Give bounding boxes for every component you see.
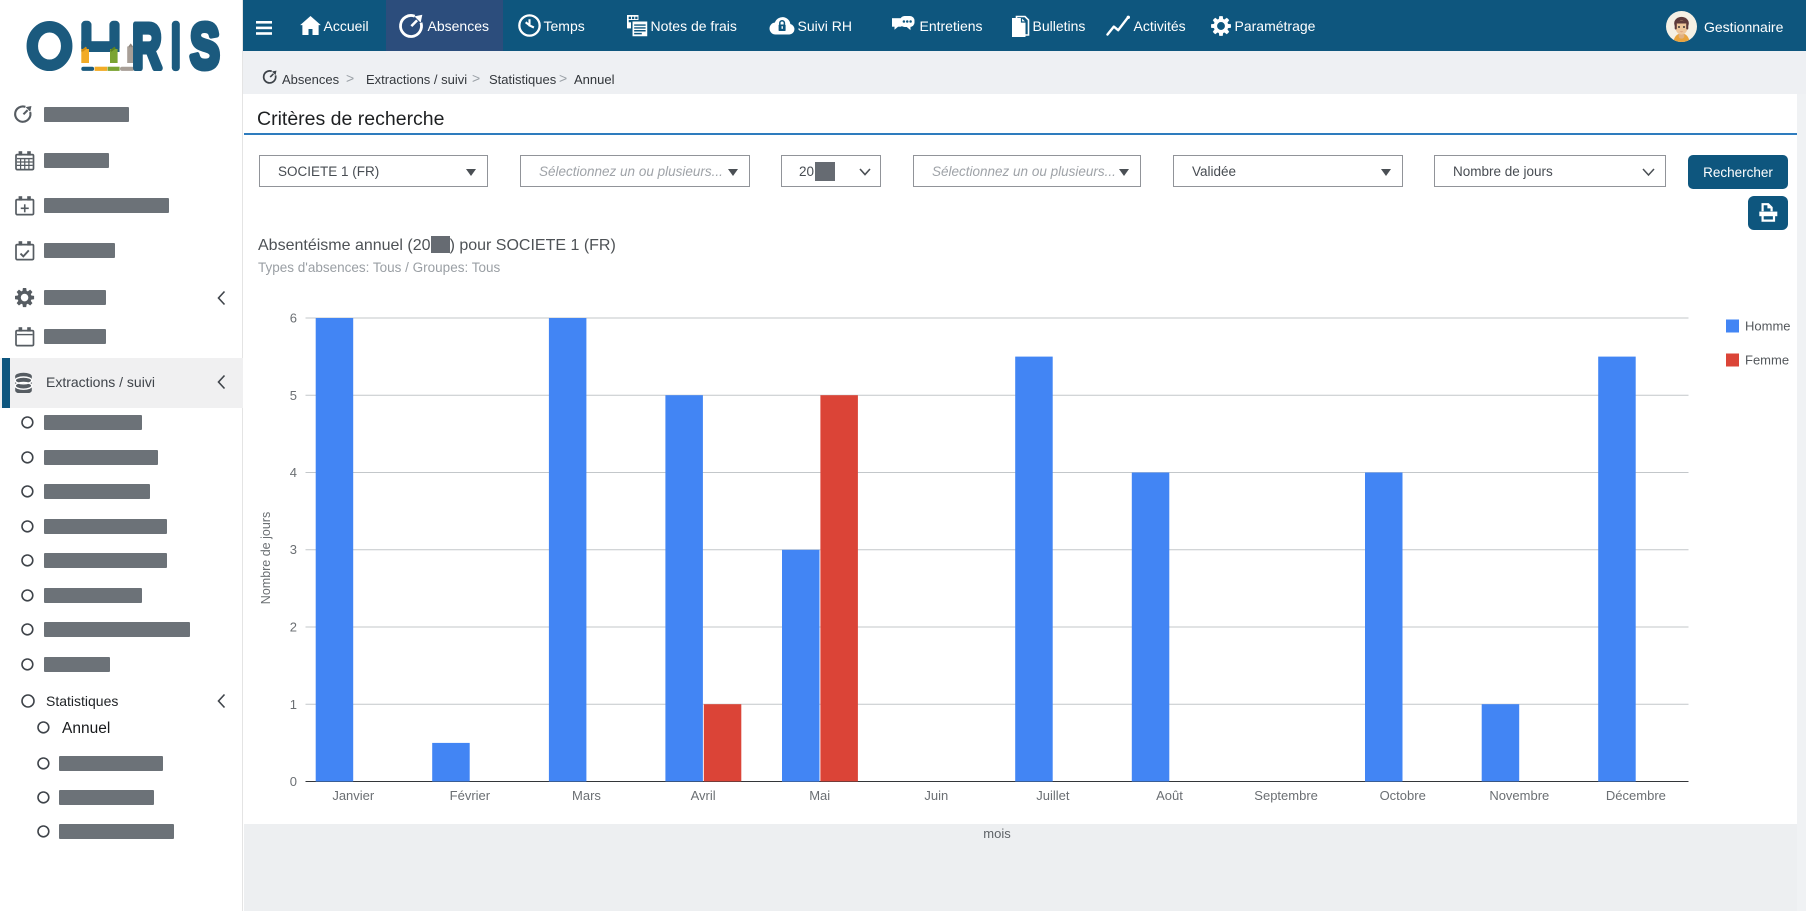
svg-text:Juin: Juin [924,788,948,803]
svg-text:Décembre: Décembre [1606,788,1666,803]
svg-text:Février: Février [450,788,491,803]
svg-text:Novembre: Novembre [1489,788,1549,803]
svg-text:0: 0 [290,774,297,789]
svg-text:S: S [190,11,220,81]
svg-text:5: 5 [290,388,297,403]
svg-text:R: R [132,12,161,82]
svg-text:Janvier: Janvier [332,788,375,803]
svg-text:Août: Août [1156,788,1183,803]
svg-text:Juillet: Juillet [1036,788,1070,803]
svg-text:6: 6 [290,311,297,326]
svg-text:Mai: Mai [809,788,830,803]
svg-text:3: 3 [290,542,297,557]
svg-text:1: 1 [290,697,297,712]
svg-text:4: 4 [290,465,297,480]
svg-text:2: 2 [290,620,297,635]
svg-text:Octobre: Octobre [1380,788,1426,803]
svg-text:Mars: Mars [572,788,601,803]
svg-text:Homme: Homme [1745,319,1791,334]
svg-text:Femme: Femme [1745,353,1789,368]
svg-text:Avril: Avril [691,788,716,803]
svg-text:Nombre de jours: Nombre de jours [259,512,273,604]
svg-text:Septembre: Septembre [1254,788,1318,803]
